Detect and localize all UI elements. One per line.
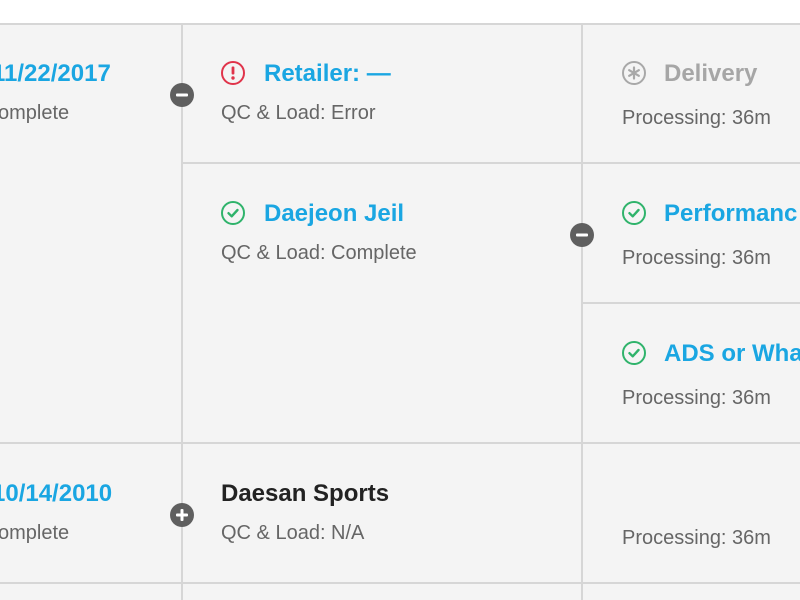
retailer-link[interactable]: Daejeon Jeil bbox=[264, 200, 404, 228]
processing-time: Processing: 36m bbox=[622, 387, 771, 409]
row-divider bbox=[0, 582, 800, 584]
row-divider bbox=[583, 162, 800, 164]
processing-time: Processing: 36m bbox=[622, 247, 771, 269]
retailer-name: Daesan Sports bbox=[221, 480, 390, 507]
qc-load-status: QC & Load: Complete bbox=[221, 242, 417, 264]
date-link[interactable]: 11/22/2017 bbox=[0, 60, 111, 88]
delivery-label: Delivery bbox=[664, 60, 758, 87]
qc-load-status: QC & Load: N/A bbox=[221, 522, 365, 544]
row-divider bbox=[183, 162, 581, 164]
retailer-link[interactable]: Retailer: — bbox=[264, 60, 391, 88]
collapse-toggle[interactable] bbox=[170, 83, 194, 107]
plus-icon bbox=[176, 509, 188, 521]
check-icon bbox=[622, 201, 646, 225]
delivery-link[interactable]: Performanc bbox=[664, 200, 797, 228]
processing-time: Processing: 36m bbox=[622, 527, 771, 549]
minus-icon bbox=[176, 93, 188, 97]
column-divider bbox=[581, 25, 583, 600]
check-icon bbox=[622, 341, 646, 365]
pending-icon bbox=[622, 61, 646, 85]
minus-icon bbox=[576, 233, 588, 237]
error-icon bbox=[221, 61, 245, 85]
table-header-bar bbox=[0, 0, 800, 25]
check-icon bbox=[221, 201, 245, 225]
row-divider bbox=[583, 302, 800, 304]
collapse-toggle[interactable] bbox=[570, 223, 594, 247]
delivery-link[interactable]: ADS or Wha bbox=[664, 340, 800, 368]
processing-time: Processing: 36m bbox=[622, 107, 771, 129]
date-status: omplete bbox=[0, 522, 70, 544]
expand-toggle[interactable] bbox=[170, 503, 194, 527]
qc-load-status: QC & Load: Error bbox=[221, 102, 376, 124]
date-link[interactable]: 10/14/2010 bbox=[0, 480, 112, 508]
date-status: omplete bbox=[0, 102, 70, 124]
row-divider bbox=[0, 442, 800, 444]
